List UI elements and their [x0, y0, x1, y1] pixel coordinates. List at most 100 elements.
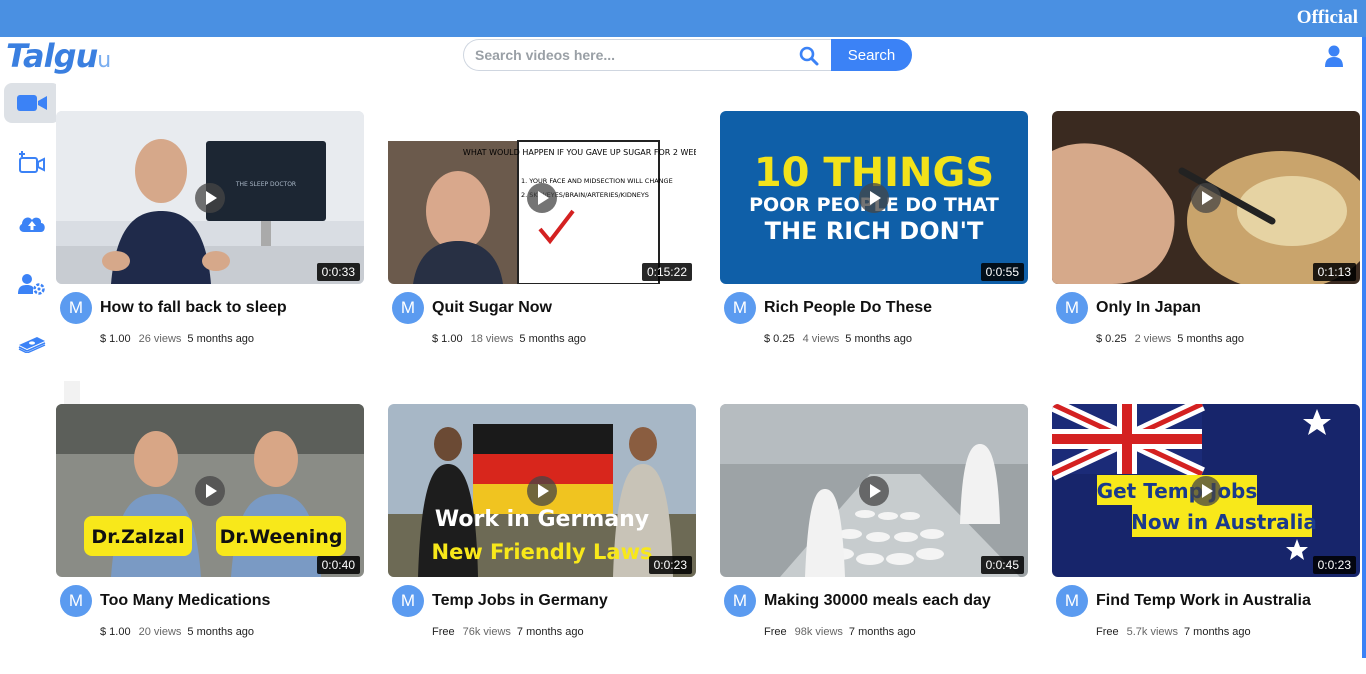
play-icon[interactable]	[859, 476, 889, 506]
avatar[interactable]: M	[60, 585, 92, 617]
search-icon[interactable]	[799, 46, 819, 66]
avatar[interactable]: M	[392, 585, 424, 617]
video-views: 76k views	[462, 626, 511, 638]
video-price: $ 1.00	[100, 626, 131, 638]
video-thumbnail[interactable]: WHAT WOULD HAPPEN IF YOU GAVE UP SUGAR F…	[388, 111, 696, 284]
video-age: 5 months ago	[519, 333, 587, 345]
play-icon[interactable]	[527, 476, 557, 506]
doctor-right-label: Dr.Weening	[220, 526, 343, 548]
video-age: 5 months ago	[187, 626, 255, 638]
avatar[interactable]: M	[724, 292, 756, 324]
video-views: 5.7k views	[1126, 626, 1178, 638]
video-price: Free	[432, 626, 455, 638]
logo-tail: u	[97, 48, 111, 73]
video-thumbnail[interactable]: THE SLEEP DOCTOR 0:0:33	[56, 111, 364, 284]
video-card[interactable]: Dr.Zalzal Dr.Weening 0:0:40 M Too Many M…	[56, 404, 364, 674]
video-title[interactable]: Too Many Medications	[100, 592, 270, 610]
search-button[interactable]: Search	[831, 39, 912, 71]
video-card[interactable]: 10 THINGS POOR PEOPLE DO THAT THE RICH D…	[720, 111, 1028, 381]
video-meta: $ 0.25 2 views 5 months ago	[1096, 333, 1244, 345]
video-duration: 0:0:45	[980, 556, 1024, 574]
video-meta: $ 0.25 4 views 5 months ago	[764, 333, 912, 345]
avatar[interactable]: M	[1056, 585, 1088, 617]
video-duration: 0:0:23	[1312, 556, 1356, 574]
avatar[interactable]: M	[392, 292, 424, 324]
user-settings-icon	[18, 274, 45, 295]
sidebar-item-account-settings[interactable]	[4, 264, 60, 304]
video-title[interactable]: Find Temp Work in Australia	[1096, 592, 1311, 610]
sidebar-item-manage[interactable]	[4, 142, 60, 182]
logo[interactable]: Talguu	[6, 37, 111, 75]
top-banner: Official	[0, 0, 1366, 37]
video-views: 26 views	[138, 333, 182, 345]
sidebar-item-earnings[interactable]	[4, 323, 60, 363]
video-age: 5 months ago	[845, 333, 912, 345]
video-duration: 0:0:33	[316, 263, 360, 281]
doctor-left-label: Dr.Zalzal	[91, 526, 184, 548]
video-grid: THE SLEEP DOCTOR 0:0:33 M How to fall ba…	[56, 79, 1366, 674]
play-icon[interactable]	[527, 183, 557, 213]
video-age: 5 months ago	[187, 333, 255, 345]
video-title[interactable]: How to fall back to sleep	[100, 299, 287, 317]
video-views: 20 views	[138, 626, 182, 638]
avatar[interactable]: M	[1056, 292, 1088, 324]
video-title[interactable]: Quit Sugar Now	[432, 299, 552, 317]
video-title[interactable]: Making 30000 meals each day	[764, 592, 991, 610]
video-thumbnail[interactable]: Work in Germany New Friendly Laws 0:0:23	[388, 404, 696, 577]
video-card[interactable]: Work in Germany New Friendly Laws 0:0:23…	[388, 404, 696, 674]
play-icon[interactable]	[195, 183, 225, 213]
search-input[interactable]	[463, 39, 833, 71]
video-meta: Free 76k views 7 months ago	[432, 626, 584, 638]
video-title[interactable]: Only In Japan	[1096, 299, 1201, 317]
video-title[interactable]: Temp Jobs in Germany	[432, 592, 608, 610]
video-meta: $ 1.00 26 views 5 months ago	[100, 333, 254, 345]
germany-line-1: Work in Germany	[435, 507, 649, 532]
user-icon[interactable]	[1324, 45, 1344, 67]
video-price: $ 0.25	[1096, 333, 1127, 345]
sugar-heading: WHAT WOULD HAPPEN IF YOU GAVE UP SUGAR F…	[463, 148, 696, 157]
video-age: 7 months ago	[848, 626, 916, 638]
video-meta: Free 5.7k views 7 months ago	[1096, 626, 1251, 638]
video-title[interactable]: Rich People Do These	[764, 299, 932, 317]
search-bar: Search	[463, 39, 912, 71]
video-duration: 0:0:55	[980, 263, 1024, 281]
video-meta: $ 1.00 18 views 5 months ago	[432, 333, 586, 345]
video-thumbnail[interactable]: Dr.Zalzal Dr.Weening 0:0:40	[56, 404, 364, 577]
video-age: 5 months ago	[1177, 333, 1244, 345]
video-thumbnail[interactable]: 0:0:45	[720, 404, 1028, 577]
banner-text: Official	[1296, 7, 1358, 28]
video-duration: 0:1:13	[1312, 263, 1356, 281]
avatar[interactable]: M	[724, 585, 756, 617]
sidebar-item-upload[interactable]	[4, 203, 60, 243]
video-views: 4 views	[802, 333, 840, 345]
play-icon[interactable]	[195, 476, 225, 506]
video-thumbnail[interactable]: 10 THINGS POOR PEOPLE DO THAT THE RICH D…	[720, 111, 1028, 284]
header: Talguu Search	[0, 37, 1366, 79]
play-icon[interactable]	[1191, 183, 1221, 213]
video-views: 18 views	[470, 333, 514, 345]
video-card[interactable]: 0:0:45 M Making 30000 meals each day Fre…	[720, 404, 1028, 674]
video-card[interactable]: WHAT WOULD HAPPEN IF YOU GAVE UP SUGAR F…	[388, 111, 696, 381]
video-age: 7 months ago	[516, 626, 584, 638]
video-card[interactable]: 0:1:13 M Only In Japan $ 0.25 2 views 5 mo…	[1052, 111, 1360, 381]
australia-line-2: Now in Australia	[1131, 510, 1317, 534]
video-camera-icon	[17, 95, 47, 111]
video-meta: $ 1.00 20 views 5 months ago	[100, 626, 254, 638]
play-icon[interactable]	[1191, 476, 1221, 506]
australia-line-1: Get Temp Jobs	[1097, 479, 1258, 503]
video-views: 98k views	[794, 626, 843, 638]
video-price: $ 1.00	[100, 333, 131, 345]
play-icon[interactable]	[859, 183, 889, 213]
scrollbar[interactable]	[1362, 37, 1366, 658]
video-card[interactable]: Get Temp Jobs Now in Australia 0:0:23 M …	[1052, 404, 1360, 674]
sidebar-item-videos[interactable]	[4, 83, 60, 123]
money-icon	[18, 337, 46, 353]
video-age: 7 months ago	[1183, 626, 1251, 638]
sidebar	[0, 79, 80, 658]
video-thumbnail[interactable]: Get Temp Jobs Now in Australia 0:0:23	[1052, 404, 1360, 577]
germany-line-2: New Friendly Laws	[432, 540, 653, 564]
avatar[interactable]: M	[60, 292, 92, 324]
video-thumbnail[interactable]: 0:1:13	[1052, 111, 1360, 284]
video-price: $ 0.25	[764, 333, 795, 345]
video-card[interactable]: THE SLEEP DOCTOR 0:0:33 M How to fall ba…	[56, 111, 364, 381]
